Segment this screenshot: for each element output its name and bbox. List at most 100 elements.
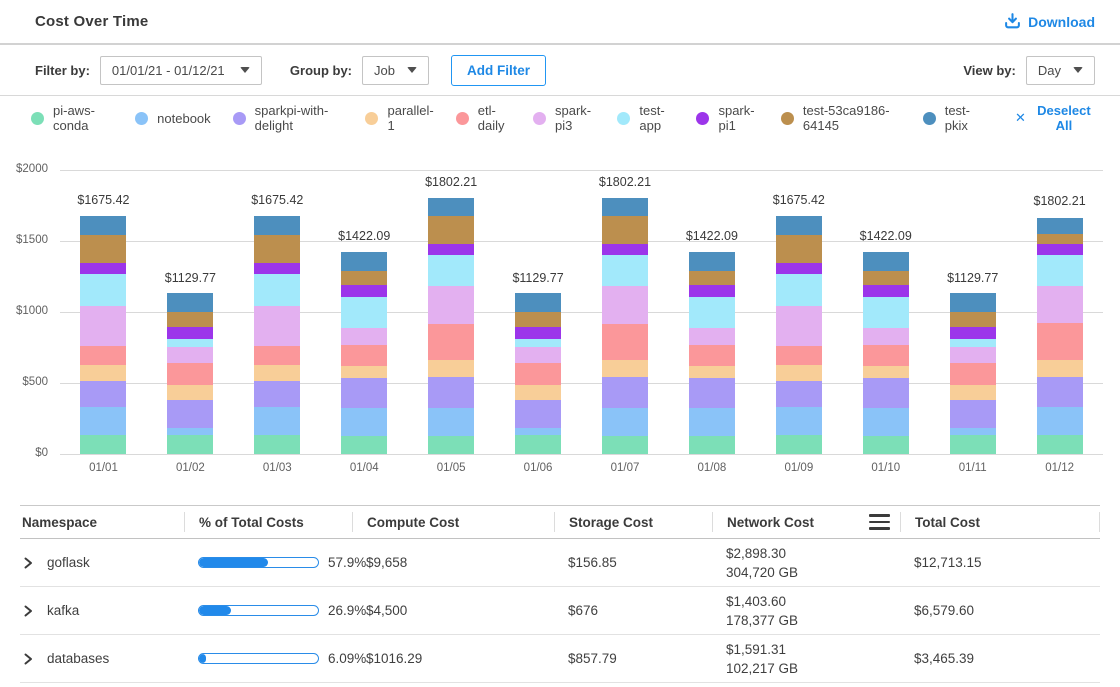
bar-segment-test-app[interactable]: [341, 297, 387, 328]
bar-segment-spark-pi1[interactable]: [167, 327, 213, 338]
legend-item-test-app[interactable]: test-app: [617, 103, 674, 133]
bar-segment-etl-daily[interactable]: [80, 346, 126, 365]
bar-segment-spark-pi1[interactable]: [428, 244, 474, 255]
bar-segment-test-pkix[interactable]: [80, 216, 126, 235]
bar-segment-pi-aws-conda[interactable]: [80, 435, 126, 454]
bar-segment-pi-aws-conda[interactable]: [515, 435, 561, 454]
bar-segment-spark-pi3[interactable]: [950, 347, 996, 364]
bar-segment-test-pkix[interactable]: [863, 252, 909, 271]
bar-segment-test-pkix[interactable]: [341, 252, 387, 271]
bar-segment-spark-pi1[interactable]: [950, 327, 996, 338]
bar-segment-sparkpi-with-delight[interactable]: [515, 400, 561, 427]
bar-segment-parallel-1[interactable]: [341, 366, 387, 379]
bar-segment-sparkpi-with-delight[interactable]: [167, 400, 213, 427]
bar-segment-notebook[interactable]: [863, 408, 909, 436]
chevron-right-icon[interactable]: [22, 653, 34, 665]
bar-segment-sparkpi-with-delight[interactable]: [602, 377, 648, 409]
bar-segment-test-pkix[interactable]: [515, 293, 561, 312]
bar-segment-spark-pi3[interactable]: [776, 306, 822, 347]
bar-segment-notebook[interactable]: [602, 408, 648, 435]
deselect-all-button[interactable]: ✕ Deselect All: [1015, 103, 1095, 133]
bar-segment-test-app[interactable]: [80, 274, 126, 305]
stacked-bar-01/02[interactable]: [167, 293, 213, 454]
bar-segment-pi-aws-conda[interactable]: [254, 435, 300, 454]
bar-segment-parallel-1[interactable]: [1037, 360, 1083, 377]
bar-segment-spark-pi3[interactable]: [1037, 286, 1083, 323]
bar-segment-etl-daily[interactable]: [1037, 323, 1083, 360]
bar-segment-etl-daily[interactable]: [254, 346, 300, 365]
bar-segment-test-app[interactable]: [167, 339, 213, 347]
bar-segment-test-pkix[interactable]: [950, 293, 996, 312]
stacked-bar-01/11[interactable]: [950, 293, 996, 454]
stacked-bar-01/01[interactable]: [80, 216, 126, 454]
bar-segment-sparkpi-with-delight[interactable]: [863, 378, 909, 407]
bar-segment-spark-pi1[interactable]: [80, 263, 126, 275]
group-by-select[interactable]: Job: [362, 56, 429, 85]
bar-segment-spark-pi1[interactable]: [341, 285, 387, 297]
table-row-kafka[interactable]: kafka26.9%$4,500$676$1,403.60178,377 GB$…: [20, 587, 1100, 635]
bar-segment-parallel-1[interactable]: [689, 366, 735, 379]
bar-segment-test-53ca9186-64145[interactable]: [863, 271, 909, 286]
stacked-bar-01/08[interactable]: [689, 252, 735, 454]
bar-segment-test-53ca9186-64145[interactable]: [1037, 234, 1083, 244]
bar-segment-spark-pi1[interactable]: [602, 244, 648, 255]
view-by-select[interactable]: Day: [1026, 56, 1095, 85]
column-menu-icon[interactable]: [869, 512, 890, 532]
bar-segment-sparkpi-with-delight[interactable]: [776, 381, 822, 407]
bar-segment-test-app[interactable]: [1037, 255, 1083, 286]
add-filter-button[interactable]: Add Filter: [451, 55, 546, 86]
bar-segment-sparkpi-with-delight[interactable]: [950, 400, 996, 427]
bar-segment-spark-pi1[interactable]: [776, 263, 822, 275]
bar-segment-etl-daily[interactable]: [863, 345, 909, 366]
bar-segment-pi-aws-conda[interactable]: [689, 436, 735, 454]
bar-segment-spark-pi3[interactable]: [80, 306, 126, 347]
bar-segment-parallel-1[interactable]: [515, 385, 561, 401]
bar-segment-pi-aws-conda[interactable]: [341, 436, 387, 454]
bar-segment-spark-pi3[interactable]: [863, 328, 909, 345]
bar-segment-pi-aws-conda[interactable]: [602, 436, 648, 454]
bar-segment-parallel-1[interactable]: [80, 365, 126, 381]
bar-segment-test-pkix[interactable]: [167, 293, 213, 312]
bar-segment-test-53ca9186-64145[interactable]: [167, 312, 213, 327]
bar-segment-test-pkix[interactable]: [689, 252, 735, 271]
bar-segment-spark-pi3[interactable]: [689, 328, 735, 345]
legend-item-parallel-1[interactable]: parallel-1: [365, 103, 433, 133]
bar-segment-spark-pi3[interactable]: [341, 328, 387, 345]
table-row-databases[interactable]: databases6.09%$1016.29$857.79$1,591.3110…: [20, 635, 1100, 683]
bar-segment-parallel-1[interactable]: [428, 360, 474, 377]
stacked-bar-01/07[interactable]: [602, 198, 648, 454]
bar-segment-test-app[interactable]: [602, 255, 648, 286]
bar-segment-spark-pi3[interactable]: [428, 286, 474, 324]
bar-segment-spark-pi3[interactable]: [167, 347, 213, 364]
bar-segment-test-53ca9186-64145[interactable]: [428, 216, 474, 243]
bar-segment-sparkpi-with-delight[interactable]: [80, 381, 126, 407]
bar-segment-test-pkix[interactable]: [1037, 218, 1083, 235]
bar-segment-etl-daily[interactable]: [776, 346, 822, 365]
bar-segment-test-53ca9186-64145[interactable]: [341, 271, 387, 286]
legend-item-spark-pi1[interactable]: spark-pi1: [696, 103, 758, 133]
legend-item-sparkpi-with-delight[interactable]: sparkpi-with-delight: [233, 103, 344, 133]
bar-segment-pi-aws-conda[interactable]: [428, 436, 474, 454]
stacked-bar-01/09[interactable]: [776, 216, 822, 454]
bar-segment-etl-daily[interactable]: [602, 324, 648, 360]
bar-segment-sparkpi-with-delight[interactable]: [428, 377, 474, 409]
bar-segment-notebook[interactable]: [428, 408, 474, 435]
bar-segment-spark-pi3[interactable]: [515, 347, 561, 364]
bar-segment-notebook[interactable]: [776, 407, 822, 436]
bar-segment-test-app[interactable]: [428, 255, 474, 286]
bar-segment-test-pkix[interactable]: [428, 198, 474, 216]
bar-segment-spark-pi1[interactable]: [863, 285, 909, 297]
bar-segment-test-app[interactable]: [254, 274, 300, 305]
chevron-right-icon[interactable]: [22, 557, 34, 569]
bar-segment-parallel-1[interactable]: [863, 366, 909, 379]
bar-segment-spark-pi1[interactable]: [689, 285, 735, 297]
legend-item-pi-aws-conda[interactable]: pi-aws-conda: [31, 103, 113, 133]
table-row-goflask[interactable]: goflask57.9%$9,658$156.85$2,898.30304,72…: [20, 539, 1100, 587]
legend-item-test-53ca9186-64145[interactable]: test-53ca9186-64145: [781, 103, 901, 133]
bar-segment-etl-daily[interactable]: [689, 345, 735, 366]
bar-segment-notebook[interactable]: [254, 407, 300, 436]
bar-segment-test-53ca9186-64145[interactable]: [515, 312, 561, 327]
bar-segment-test-pkix[interactable]: [776, 216, 822, 235]
bar-segment-etl-daily[interactable]: [167, 363, 213, 384]
bar-segment-parallel-1[interactable]: [602, 360, 648, 377]
